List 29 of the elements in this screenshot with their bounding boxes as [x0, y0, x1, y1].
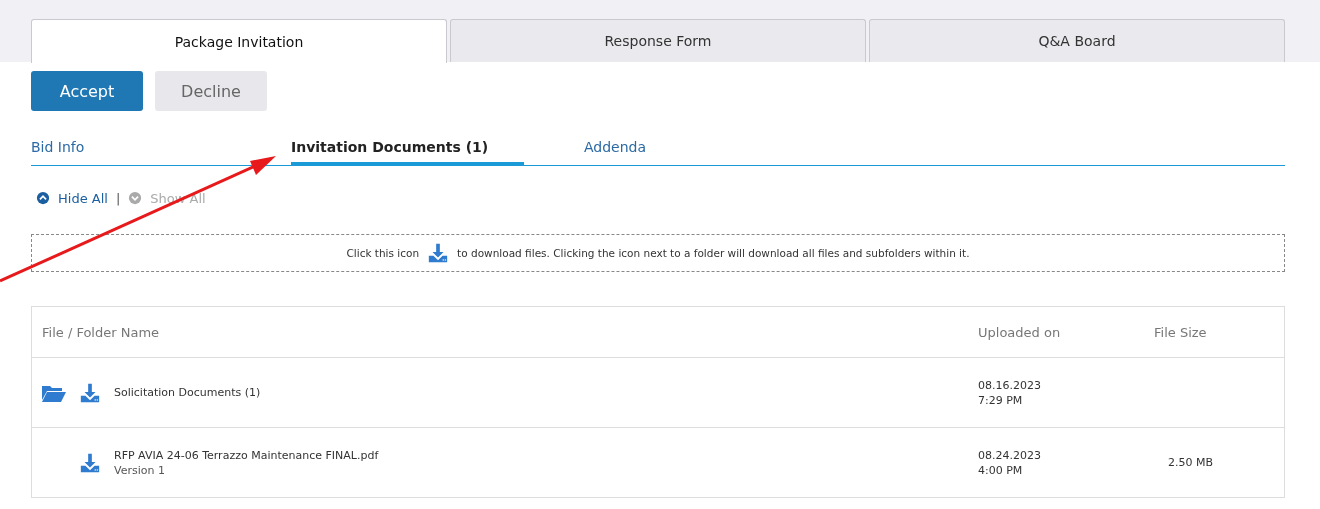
upload-date: 08.16.2023	[978, 378, 1042, 392]
chevron-down-icon	[128, 191, 143, 205]
separator: |	[115, 190, 121, 206]
tab[interactable]: Package Invitation	[31, 19, 447, 63]
subtab[interactable]: Invitation Documents (1)	[291, 131, 524, 166]
download-icon[interactable]	[79, 451, 101, 474]
hint-text: Click this icon	[346, 247, 420, 259]
subtab[interactable]: Bid Info	[31, 131, 291, 166]
subtab[interactable]: Addenda	[584, 131, 844, 166]
tab[interactable]: Response Form	[450, 19, 866, 62]
file-name: Solicitation Documents (1)	[114, 386, 261, 399]
download-icon[interactable]	[79, 381, 101, 404]
file-name: RFP AVIA 24-06 Terrazzo Maintenance FINAL.pdf	[114, 448, 379, 462]
column-header: File / Folder Name	[41, 324, 161, 340]
file-version: Version 1	[114, 463, 166, 477]
upload-date: 08.24.2023	[978, 448, 1042, 462]
column-header: Uploaded on	[978, 324, 1062, 340]
decline-button[interactable]: Decline	[155, 71, 267, 111]
accept-button[interactable]: Accept	[31, 71, 143, 111]
toggle-link[interactable]: Hide All	[36, 190, 108, 206]
column-header: File Size	[1154, 324, 1208, 340]
hint-text: to download files. Clicking the icon next to a folder will download all files and subfolders within it.	[457, 247, 970, 259]
download-icon[interactable]	[427, 242, 450, 264]
upload-time: 7:29 PM	[978, 393, 1024, 407]
folder-icon[interactable]	[42, 383, 66, 402]
tab[interactable]: Q&A Board	[869, 19, 1285, 62]
chevron-up-icon	[36, 191, 50, 205]
file-size: 2.50 MB	[1168, 456, 1214, 469]
upload-time: 4:00 PM	[978, 463, 1024, 477]
